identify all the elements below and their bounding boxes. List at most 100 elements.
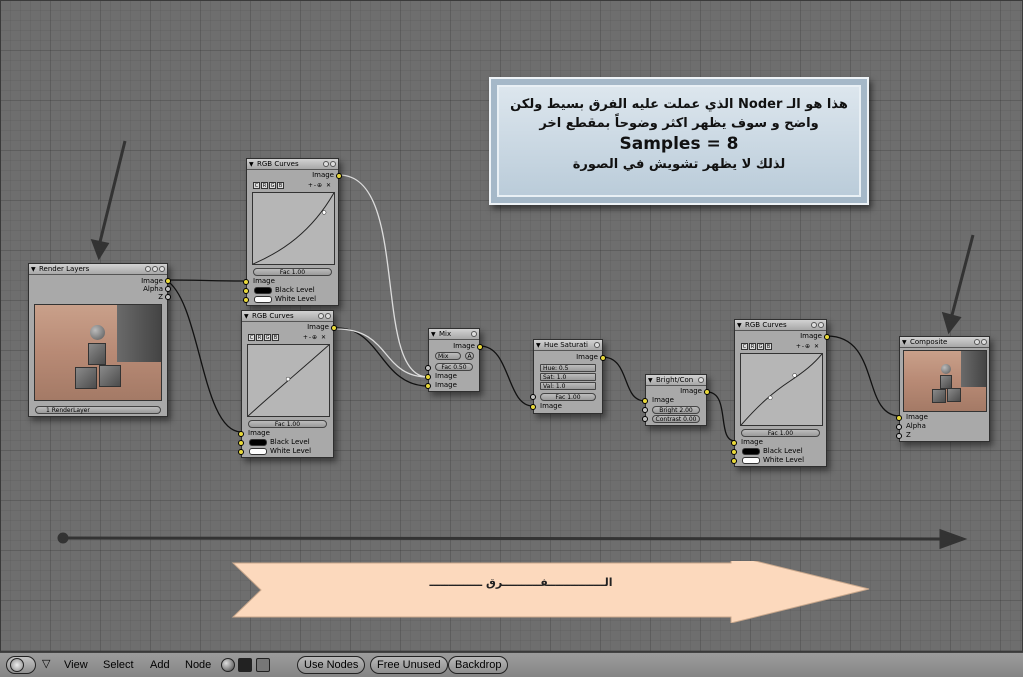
tab-b[interactable]: B xyxy=(272,334,279,341)
node-option-icon[interactable] xyxy=(698,377,704,383)
output-socket-alpha[interactable] xyxy=(165,286,171,292)
rgb-curves-node-2[interactable]: ▼ RGB Curves Image C R G B +-⊕ ✕ Fac 1.0… xyxy=(238,310,337,458)
node-option-icon[interactable] xyxy=(318,313,324,319)
input-socket-image[interactable] xyxy=(238,431,244,437)
node-option-icon[interactable] xyxy=(323,161,329,167)
input-socket-fac[interactable] xyxy=(530,394,536,400)
composite-nodes-icon[interactable] xyxy=(238,658,252,672)
tab-r[interactable]: R xyxy=(256,334,263,341)
use-alpha-toggle[interactable]: A xyxy=(465,352,474,360)
node-option-icon[interactable] xyxy=(974,339,980,345)
input-socket-image[interactable] xyxy=(243,279,249,285)
node-header[interactable]: ▼ Render Layers xyxy=(29,264,167,275)
tab-g[interactable]: G xyxy=(264,334,271,341)
shader-nodes-icon[interactable] xyxy=(221,658,235,672)
output-socket-image[interactable] xyxy=(336,173,342,179)
white-level-swatch[interactable] xyxy=(249,448,267,455)
fac-field[interactable]: Fac 1.00 xyxy=(540,393,596,401)
hue-slider[interactable]: Hue: 0.5 xyxy=(540,364,596,372)
node-header[interactable]: ▼ Composite xyxy=(900,337,989,348)
backdrop-toggle[interactable]: Backdrop xyxy=(448,656,509,674)
input-socket-image[interactable] xyxy=(530,404,536,410)
curve-widget[interactable] xyxy=(740,353,823,426)
collapse-arrow-icon[interactable]: ▼ xyxy=(648,375,653,386)
input-socket-white-level[interactable] xyxy=(731,458,737,464)
node-sockets-icon[interactable] xyxy=(159,266,165,272)
input-socket-white-level[interactable] xyxy=(238,449,244,455)
white-level-swatch[interactable] xyxy=(742,457,760,464)
input-socket-fac[interactable] xyxy=(425,365,431,371)
collapse-arrow-icon[interactable]: ▼ xyxy=(244,311,249,322)
tab-b[interactable]: B xyxy=(277,182,284,189)
node-header[interactable]: ▼ Bright/Con xyxy=(646,375,706,386)
input-socket-z[interactable] xyxy=(896,433,902,439)
rgb-curves-node-1[interactable]: ▼ RGB Curves Image C R G B +-⊕ ✕ Fac 1.0… xyxy=(243,158,342,306)
output-socket-image[interactable] xyxy=(477,344,483,350)
fac-field[interactable]: Fac 0.50 xyxy=(435,363,473,371)
tab-g[interactable]: G xyxy=(269,182,276,189)
input-socket-black-level[interactable] xyxy=(243,288,249,294)
node-preview-icon[interactable] xyxy=(981,339,987,345)
node-preview-icon[interactable] xyxy=(325,313,331,319)
output-socket-z[interactable] xyxy=(165,294,171,300)
node-editor[interactable]: ▼ Render Layers Image Alpha Z 1 RenderLa… xyxy=(0,0,1023,652)
collapse-arrow-icon[interactable]: ▼ xyxy=(536,340,541,351)
tab-c[interactable]: C xyxy=(253,182,260,189)
curve-widget[interactable] xyxy=(252,192,335,265)
curve-tools-icon[interactable]: +-⊕ ✕ xyxy=(796,343,820,350)
blend-mode-select[interactable]: Mix xyxy=(435,352,461,360)
fac-field[interactable]: Fac 1.00 xyxy=(253,268,332,276)
curve-tools-icon[interactable]: +-⊕ ✕ xyxy=(303,334,327,341)
menu-node[interactable]: Node xyxy=(185,659,211,671)
collapse-arrow-icon[interactable]: ▼ xyxy=(431,329,436,340)
contrast-field[interactable]: Contrast 0.00 xyxy=(652,415,700,423)
input-socket-white-level[interactable] xyxy=(243,297,249,303)
input-socket-image-2[interactable] xyxy=(425,383,431,389)
input-socket-image[interactable] xyxy=(642,398,648,404)
input-socket-image[interactable] xyxy=(731,440,737,446)
tab-b[interactable]: B xyxy=(765,343,772,350)
output-socket-image[interactable] xyxy=(704,389,710,395)
bright-contrast-node[interactable]: ▼ Bright/Con Image Image Bright 2.00 Con… xyxy=(642,374,710,426)
hue-saturation-node[interactable]: ▼ Hue Saturati Image Hue: 0.5 Sat: 1.0 V… xyxy=(530,339,606,414)
node-option-icon[interactable] xyxy=(594,342,600,348)
input-socket-bright[interactable] xyxy=(642,407,648,413)
texture-nodes-icon[interactable] xyxy=(256,658,270,672)
mix-node[interactable]: ▼ Mix Image Mix A Fac 0.50 Image Image xyxy=(425,328,483,392)
node-option-icon[interactable] xyxy=(145,266,151,272)
node-option-icon[interactable] xyxy=(471,331,477,337)
node-option-icon[interactable] xyxy=(811,322,817,328)
black-level-swatch[interactable] xyxy=(249,439,267,446)
output-socket-image[interactable] xyxy=(600,355,606,361)
black-level-swatch[interactable] xyxy=(254,287,272,294)
input-socket-image[interactable] xyxy=(896,415,902,421)
menu-view[interactable]: View xyxy=(64,659,88,671)
node-preview-icon[interactable] xyxy=(818,322,824,328)
collapse-arrow-icon[interactable]: ▼ xyxy=(737,320,742,331)
tab-g[interactable]: G xyxy=(757,343,764,350)
render-layers-node[interactable]: ▼ Render Layers Image Alpha Z 1 RenderLa… xyxy=(28,263,171,417)
curve-tools-icon[interactable]: +-⊕ ✕ xyxy=(308,182,332,189)
node-preview-icon[interactable] xyxy=(152,266,158,272)
composite-node[interactable]: ▼ Composite Image Alpha Z xyxy=(896,336,990,442)
tab-c[interactable]: C xyxy=(248,334,255,341)
editor-type-button[interactable] xyxy=(6,656,36,674)
node-header[interactable]: ▼ RGB Curves xyxy=(242,311,333,322)
node-header[interactable]: ▼ RGB Curves xyxy=(247,159,338,170)
node-header[interactable]: ▼ RGB Curves xyxy=(735,320,826,331)
tab-c[interactable]: C xyxy=(741,343,748,350)
white-level-swatch[interactable] xyxy=(254,296,272,303)
node-header[interactable]: ▼ Mix xyxy=(429,329,479,340)
free-unused-button[interactable]: Free Unused xyxy=(370,656,448,674)
collapse-arrow-icon[interactable]: ▼ xyxy=(902,337,907,348)
input-socket-black-level[interactable] xyxy=(238,440,244,446)
menu-add[interactable]: Add xyxy=(150,659,170,671)
collapse-arrow-icon[interactable]: ▼ xyxy=(249,159,254,170)
render-layer-select[interactable]: 1 RenderLayer xyxy=(35,406,161,414)
black-level-swatch[interactable] xyxy=(742,448,760,455)
input-socket-alpha[interactable] xyxy=(896,424,902,430)
collapse-arrow-icon[interactable]: ▼ xyxy=(31,264,36,275)
output-socket-image[interactable] xyxy=(824,334,830,340)
brightness-field[interactable]: Bright 2.00 xyxy=(652,406,700,414)
node-preview-icon[interactable] xyxy=(330,161,336,167)
